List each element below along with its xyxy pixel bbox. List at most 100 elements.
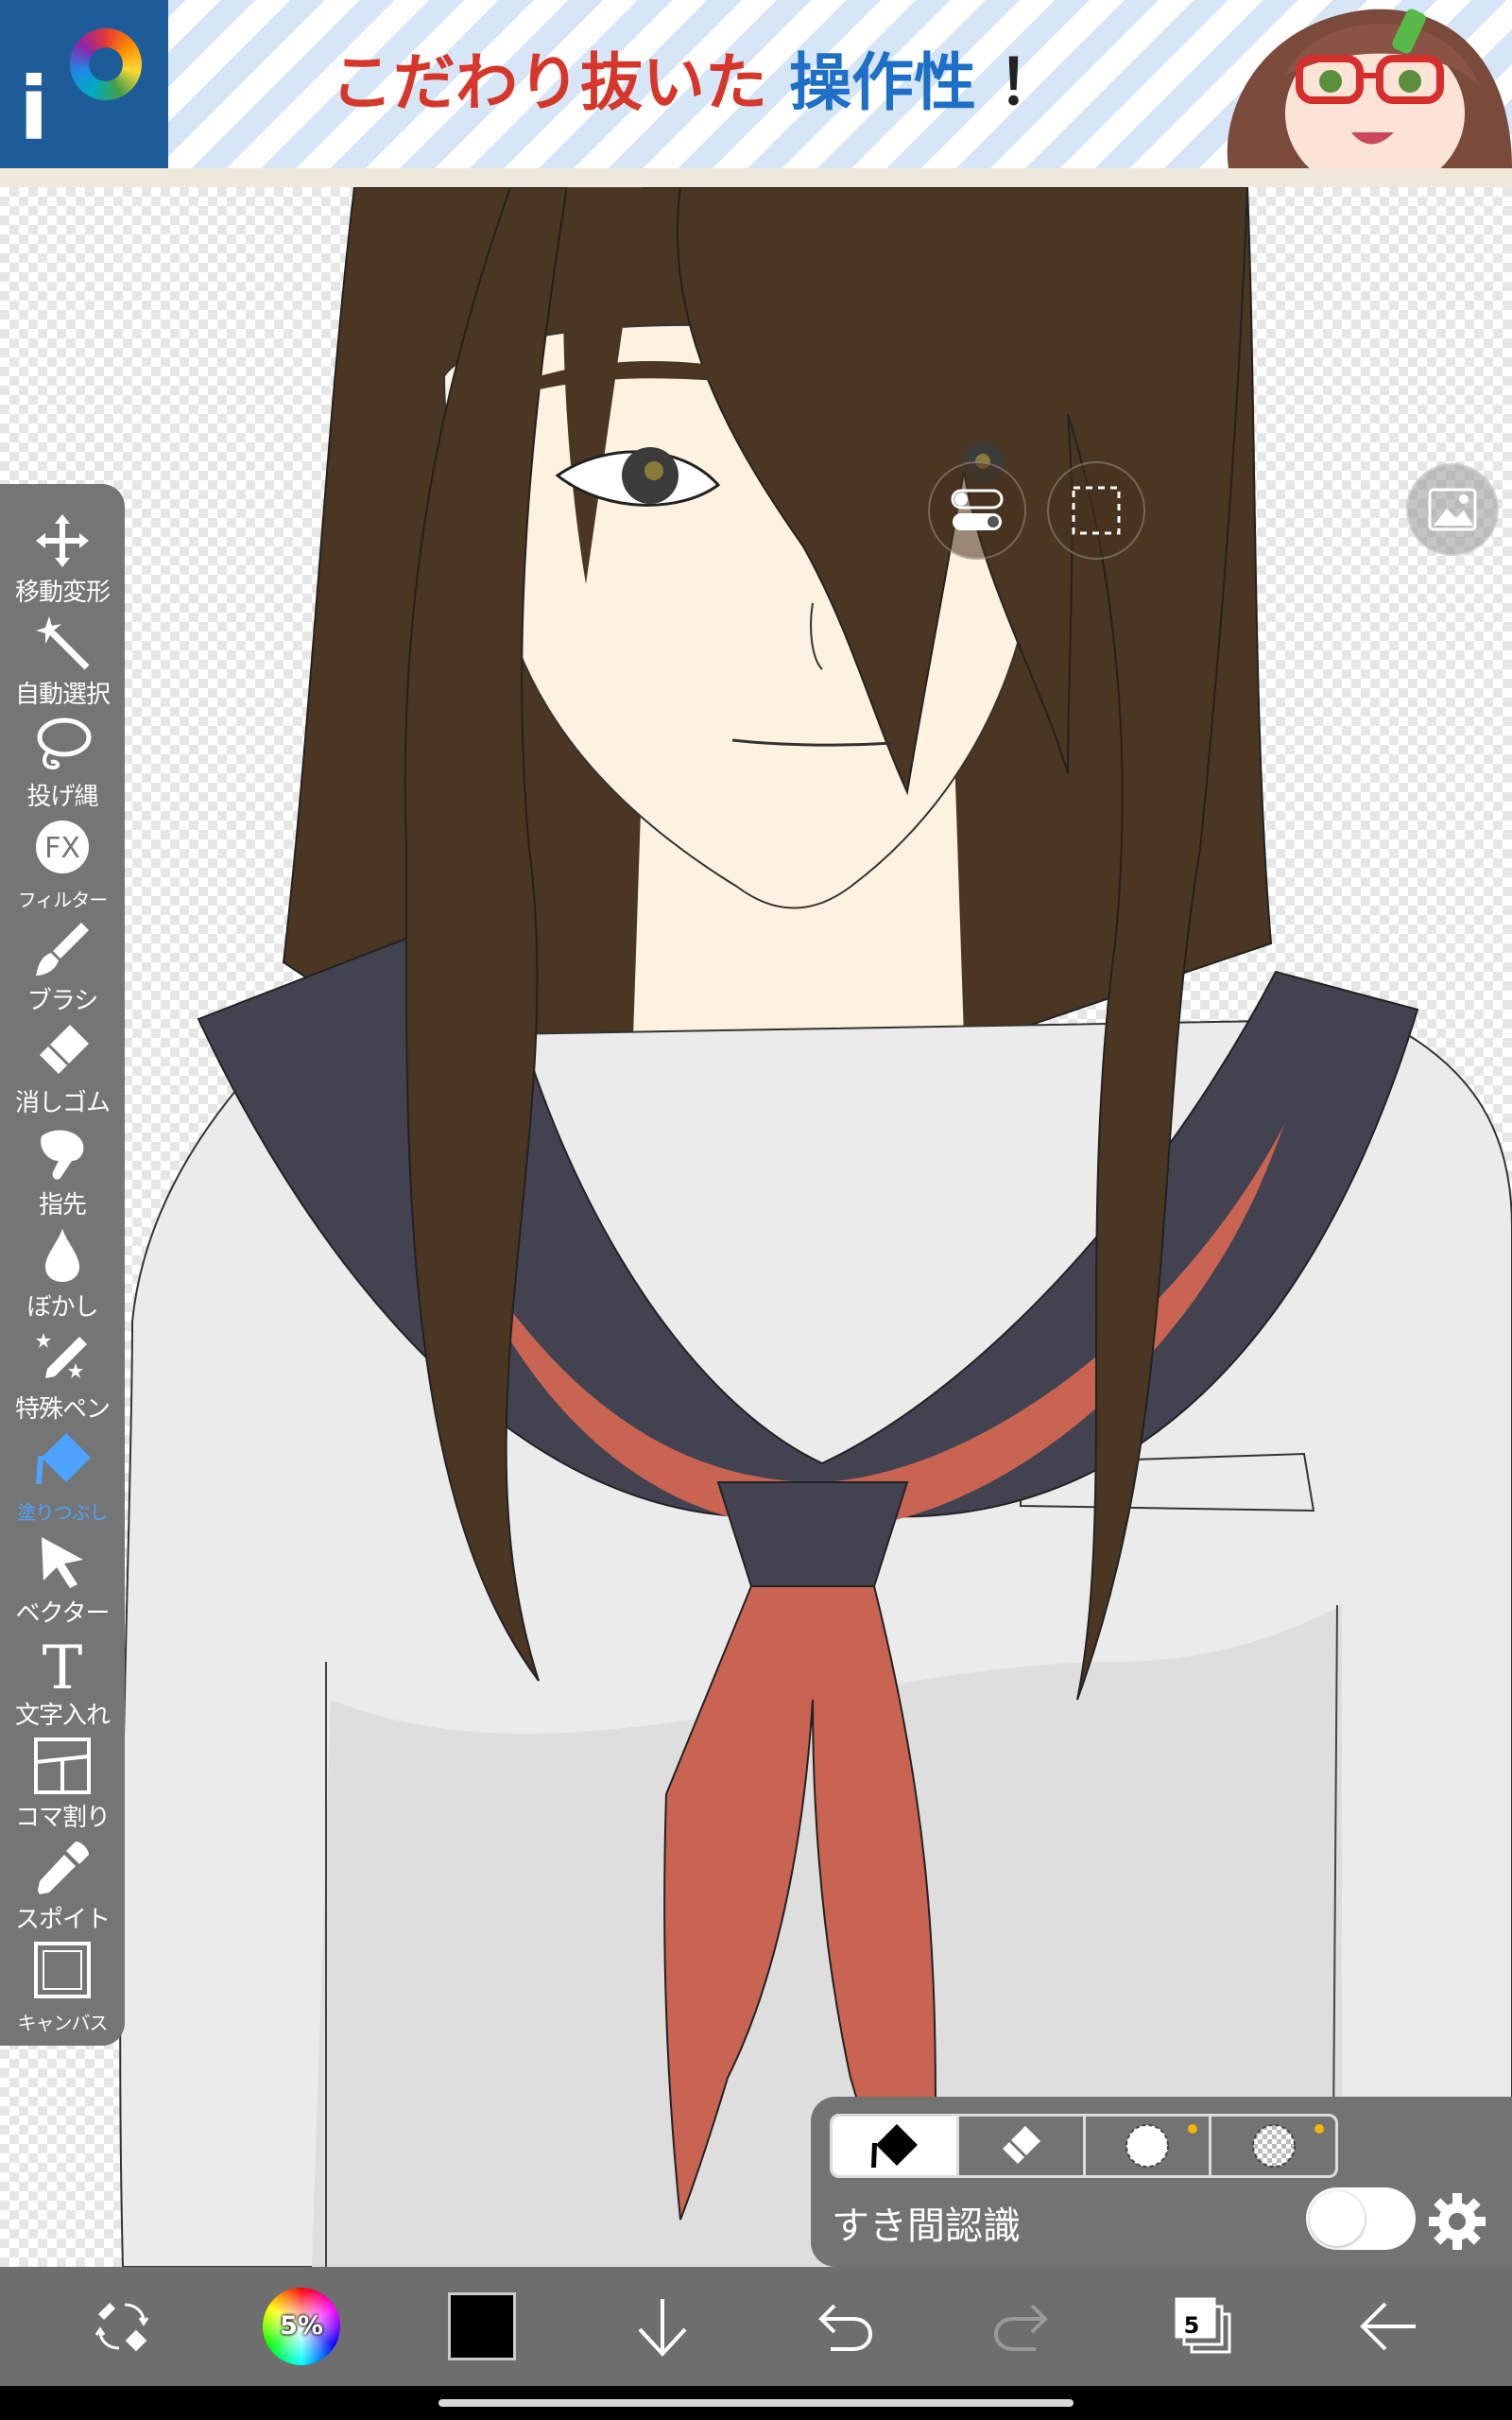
ibispaint-logo: i P bbox=[0, 0, 168, 168]
undo-button[interactable] bbox=[797, 2280, 889, 2373]
tool-filter[interactable]: FX フィルター bbox=[0, 813, 125, 915]
undo-icon bbox=[818, 2304, 873, 2351]
current-color-button[interactable] bbox=[436, 2280, 528, 2373]
tool-label: フィルター bbox=[17, 889, 109, 911]
tool-label: ブラシ bbox=[26, 987, 98, 1015]
logo-color-wheel-icon bbox=[70, 28, 142, 100]
home-indicator[interactable] bbox=[438, 2399, 1074, 2407]
layers-button[interactable]: 5 bbox=[1158, 2280, 1250, 2373]
move-transform-icon bbox=[36, 514, 89, 567]
tool-eyedropper[interactable]: スポイト bbox=[0, 1834, 125, 1936]
fill-mode-bucket[interactable] bbox=[833, 2117, 959, 2175]
fill-mode-selector bbox=[830, 2114, 1338, 2178]
banner-divider bbox=[0, 168, 1512, 187]
gear-icon[interactable] bbox=[1427, 2191, 1487, 2252]
brush-eraser-swap-icon bbox=[94, 2303, 149, 2352]
tool-label: スポイト bbox=[14, 1906, 111, 1934]
tool-finger[interactable]: 指先 bbox=[0, 1119, 125, 1221]
vector-cursor-icon bbox=[42, 1537, 83, 1588]
redo-button[interactable] bbox=[977, 2280, 1070, 2373]
tool-label: 自動選択 bbox=[14, 681, 111, 709]
tool-label: 特殊ペン bbox=[14, 1395, 111, 1424]
tool-palette: 移動変形 自動選択 投げ縄 FX フィルター ブラシ 消しゴム 指先 ぼかし 特… bbox=[0, 484, 125, 2046]
system-navigation-bar bbox=[0, 2386, 1512, 2420]
character-artwork bbox=[119, 187, 1512, 2267]
tool-label: 文字入れ bbox=[14, 1702, 111, 1730]
arrow-left-icon bbox=[1360, 2302, 1416, 2351]
fx-text: FX bbox=[44, 832, 80, 865]
ad-banner[interactable]: i P こだわり抜いた 操作性 ！ bbox=[0, 0, 1512, 168]
tool-label: 移動変形 bbox=[14, 579, 111, 607]
gap-detection-toggle[interactable] bbox=[1306, 2187, 1416, 2250]
tool-label: ぼかし bbox=[26, 1293, 98, 1322]
finger-smudge-icon bbox=[41, 1130, 84, 1180]
tool-move-transform[interactable]: 移動変形 bbox=[0, 507, 125, 609]
dashed-selection-icon bbox=[1072, 486, 1121, 535]
fill-mode-circle[interactable] bbox=[1086, 2117, 1212, 2175]
toggle-knob bbox=[1310, 2191, 1365, 2246]
arrow-down-icon bbox=[638, 2299, 687, 2357]
brush-icon bbox=[36, 923, 89, 976]
layer-count: 5 bbox=[1183, 2312, 1200, 2339]
eraser-icon bbox=[40, 1025, 89, 1074]
banner-slogan: こだわり抜いた 操作性 ！ bbox=[331, 46, 1060, 119]
blur-drop-icon bbox=[45, 1229, 79, 1282]
banner-mascot-illustration bbox=[1210, 0, 1512, 168]
download-button[interactable] bbox=[616, 2280, 709, 2373]
color-wheel-icon: 5% bbox=[263, 2288, 340, 2365]
selection-area-button[interactable] bbox=[1047, 461, 1145, 560]
tool-lasso[interactable]: 投げ縄 bbox=[0, 711, 125, 813]
reference-window-button[interactable] bbox=[1406, 463, 1499, 556]
toggle-switches-icon bbox=[951, 489, 1004, 530]
text-glyph: T bbox=[43, 1634, 83, 1694]
fill-transparent-icon bbox=[1251, 2124, 1296, 2168]
tool-canvas[interactable]: キャンバス bbox=[0, 1936, 125, 2038]
quick-swap-button[interactable] bbox=[76, 2280, 168, 2373]
drawing-canvas[interactable] bbox=[0, 187, 1512, 2267]
fill-mode-transparent[interactable] bbox=[1211, 2117, 1335, 2175]
paint-bucket-icon bbox=[36, 1433, 91, 1484]
tool-brush[interactable]: ブラシ bbox=[0, 915, 125, 1017]
tool-label: キャンバス bbox=[17, 2012, 109, 2034]
tool-text[interactable]: T 文字入れ bbox=[0, 1630, 125, 1732]
layer-visibility-toggle-button[interactable] bbox=[928, 461, 1026, 560]
tool-vector[interactable]: ベクター bbox=[0, 1528, 125, 1630]
tool-blur[interactable]: ぼかし bbox=[0, 1221, 125, 1323]
current-color-swatch bbox=[448, 2292, 516, 2360]
back-button[interactable] bbox=[1342, 2280, 1435, 2373]
fx-filter-icon: FX bbox=[36, 821, 89, 873]
tool-label: コマ割り bbox=[14, 1804, 111, 1832]
tool-label: 投げ縄 bbox=[26, 783, 98, 811]
bottom-toolbar: 5% 5 bbox=[0, 2267, 1512, 2386]
tool-frame-divider[interactable]: コマ割り bbox=[0, 1732, 125, 1834]
brush-opacity-value: 5% bbox=[280, 2311, 323, 2341]
banner-slogan-blue: 操作性 bbox=[788, 46, 976, 119]
fill-eraser-icon bbox=[1003, 2126, 1041, 2164]
tool-label: 消しゴム bbox=[14, 1089, 111, 1117]
redo-icon bbox=[993, 2304, 1048, 2351]
color-wheel-button[interactable]: 5% bbox=[255, 2280, 348, 2373]
tool-special-pen[interactable]: 特殊ペン bbox=[0, 1323, 125, 1426]
tool-eraser[interactable]: 消しゴム bbox=[0, 1017, 125, 1119]
tool-label: 指先 bbox=[38, 1191, 87, 1219]
tool-auto-select[interactable]: 自動選択 bbox=[0, 609, 125, 711]
gap-detection-label: すき間認識 bbox=[832, 2204, 1021, 2248]
banner-slogan-exclamation: ！ bbox=[997, 46, 1060, 119]
fill-options-panel: すき間認識 bbox=[811, 2097, 1512, 2267]
canvas-icon bbox=[34, 1942, 91, 1998]
mode-indicator-dot bbox=[1314, 2124, 1324, 2134]
tool-label: ベクター bbox=[15, 1599, 111, 1628]
lasso-icon bbox=[37, 717, 92, 770]
mode-indicator-dot bbox=[1188, 2124, 1198, 2134]
fill-bucket-icon bbox=[871, 2124, 919, 2168]
fill-circle-icon bbox=[1125, 2124, 1169, 2168]
logo-letter-i: i bbox=[19, 59, 49, 160]
picture-icon bbox=[1428, 488, 1477, 531]
fill-mode-eraser[interactable] bbox=[959, 2117, 1086, 2175]
eyedropper-icon bbox=[38, 1841, 89, 1894]
magic-wand-icon bbox=[36, 616, 90, 670]
banner-slogan-red: こだわり抜いた bbox=[331, 46, 767, 119]
tool-label: 塗りつぶし bbox=[17, 1501, 108, 1524]
tool-fill[interactable]: 塗りつぶし bbox=[0, 1426, 125, 1528]
special-pen-icon bbox=[36, 1333, 87, 1378]
